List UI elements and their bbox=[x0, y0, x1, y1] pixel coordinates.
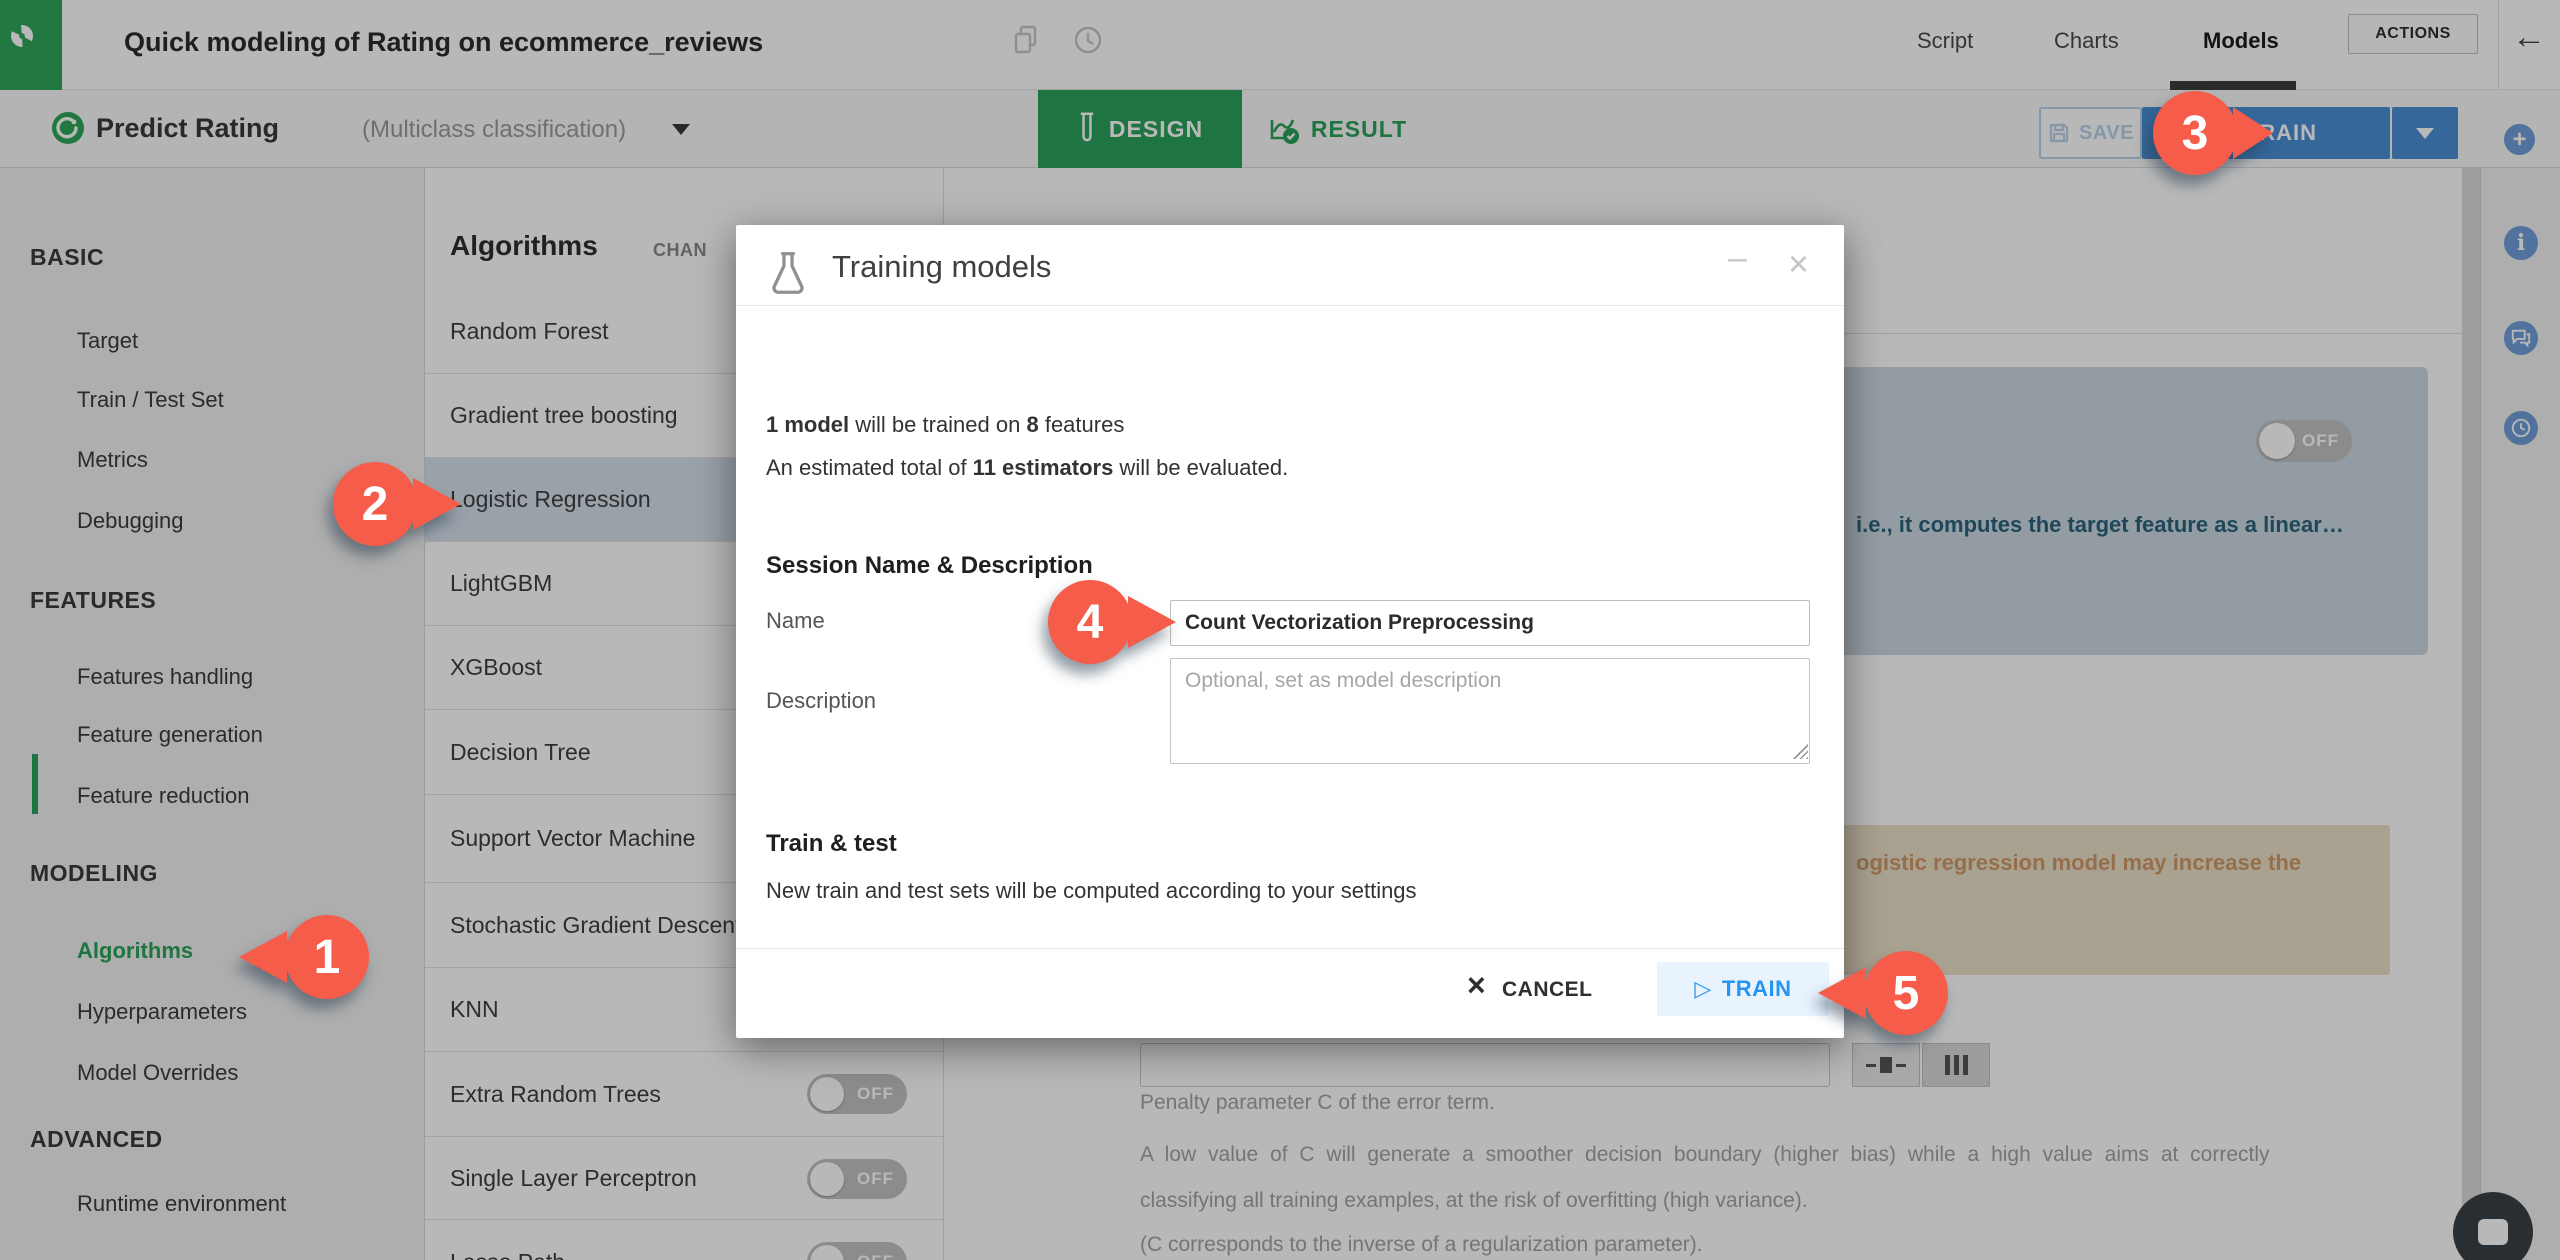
summary-line-2: An estimated total of 11 estimators will… bbox=[766, 455, 1289, 480]
step-badge-5: 5 bbox=[1818, 951, 1950, 1035]
description-label: Description bbox=[766, 688, 877, 713]
step-badge-4: 4 bbox=[1048, 580, 1180, 664]
summary-line-1: 1 model will be trained on 8 features bbox=[766, 412, 1125, 437]
flask-icon bbox=[770, 251, 806, 297]
step-badge-2: 2 bbox=[333, 462, 465, 546]
play-icon: ▷ bbox=[1694, 976, 1712, 1001]
train-test-text: New train and test sets will be computed… bbox=[766, 878, 1417, 903]
modal-train-label: TRAIN bbox=[1721, 976, 1792, 1001]
step-badge-1: 1 bbox=[239, 915, 371, 999]
name-label: Name bbox=[766, 608, 825, 633]
modal-train-button[interactable]: ▷ TRAIN bbox=[1657, 962, 1829, 1016]
cancel-x-icon: × bbox=[1467, 967, 1486, 1003]
session-section-title: Session Name & Description bbox=[766, 552, 1093, 579]
minimize-icon[interactable]: – bbox=[1728, 239, 1747, 278]
modal-title: Training models bbox=[832, 249, 1052, 284]
app-window: Quick modeling of Rating on ecommerce_re… bbox=[0, 0, 2560, 1260]
session-description-textarea[interactable] bbox=[1170, 658, 1810, 764]
modal-footer-divider bbox=[736, 948, 1844, 949]
training-models-modal: Training models – × 1 model will be trai… bbox=[736, 225, 1844, 1038]
step-badge-3: 3 bbox=[2153, 91, 2285, 175]
cancel-button[interactable]: CANCEL bbox=[1502, 978, 1593, 1002]
close-icon[interactable]: × bbox=[1788, 243, 1809, 285]
session-name-input[interactable] bbox=[1170, 600, 1810, 646]
train-test-section-title: Train & test bbox=[766, 830, 897, 857]
modal-header-divider bbox=[736, 305, 1844, 306]
